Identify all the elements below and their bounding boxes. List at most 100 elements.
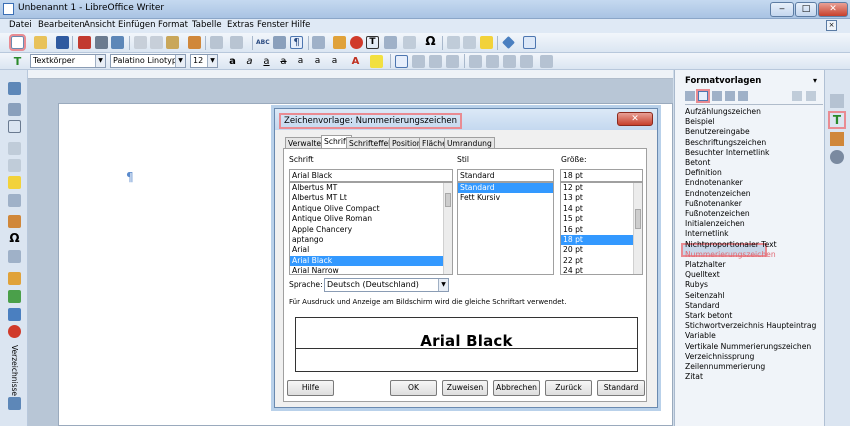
font-name-input[interactable]: Arial Black	[289, 169, 453, 182]
ok-button[interactable]: OK	[390, 380, 437, 396]
style-list-item[interactable]: Fußnotenanker	[685, 199, 742, 208]
formatting-marks-icon[interactable]: ¶	[290, 36, 303, 49]
font-size-select[interactable]: 12 ▼	[190, 54, 218, 68]
font-listbox[interactable]: Albertus MT Albertus MT Lt Antique Olive C…	[289, 182, 453, 275]
bookmark-icon[interactable]	[8, 215, 21, 228]
list-option[interactable]: 12 pt	[561, 183, 642, 193]
size-input[interactable]: 18 pt	[560, 169, 643, 182]
menu-datei[interactable]: Datei	[9, 20, 32, 30]
character-styles-icon[interactable]	[696, 89, 710, 103]
list-option[interactable]: Standard	[458, 183, 553, 194]
font-color-icon[interactable]: A	[349, 55, 362, 68]
menu-ansicht[interactable]: Ansicht	[84, 20, 115, 30]
align-center-icon[interactable]	[412, 55, 425, 68]
language-select[interactable]: Deutsch (Deutschland) ▼	[324, 278, 449, 292]
table-contents-icon[interactable]	[8, 397, 21, 410]
insert-field-icon[interactable]	[403, 36, 416, 49]
new-document-icon[interactable]	[9, 34, 26, 51]
navigator-deck-icon[interactable]	[830, 150, 844, 164]
frame-styles-icon[interactable]	[712, 91, 722, 101]
insert-footnote-icon[interactable]	[463, 36, 476, 49]
save-icon[interactable]	[56, 36, 69, 49]
size-listbox[interactable]: 12 pt 13 pt 14 pt 15 pt 16 pt 18 pt 20 pt 22 pt…	[560, 182, 643, 275]
list-option[interactable]: 14 pt	[561, 204, 642, 214]
reset-button[interactable]: Zurück	[545, 380, 592, 396]
style-list-item[interactable]: Betont	[685, 158, 710, 167]
menu-extras[interactable]: Extras	[227, 20, 254, 30]
undo-icon[interactable]	[210, 36, 223, 49]
cancel-button[interactable]: Abbrechen	[493, 380, 540, 396]
new-style-icon[interactable]	[792, 91, 802, 101]
style-list-item[interactable]: Aufzählungszeichen	[685, 107, 761, 116]
image-icon[interactable]	[8, 272, 21, 285]
style-list-item[interactable]: Verzeichnissprung	[685, 352, 754, 361]
special-character-icon[interactable]: Ω	[424, 35, 437, 48]
table-tools-icon[interactable]	[8, 103, 21, 116]
spellcheck-icon[interactable]: ABC	[256, 36, 270, 49]
menu-hilfe[interactable]: Hilfe	[291, 20, 310, 30]
page-styles-icon[interactable]	[725, 91, 735, 101]
style-list-item[interactable]: Fußnotenzeichen	[685, 209, 750, 218]
menu-bearbeiten[interactable]: Bearbeiten	[38, 20, 85, 30]
increase-indent-icon[interactable]	[520, 55, 533, 68]
bold-icon[interactable]: a	[226, 55, 239, 68]
list-option[interactable]: 16 pt	[561, 225, 642, 235]
header-icon[interactable]	[8, 194, 21, 207]
style-list-item[interactable]: Stark betont	[685, 311, 732, 320]
style-list-item[interactable]: Beispiel	[685, 117, 715, 126]
style-list-item[interactable]: Beschriftungszeichen	[685, 138, 766, 147]
list-option[interactable]: 13 pt	[561, 193, 642, 203]
style-list-item[interactable]: Internetlink	[685, 229, 729, 238]
underline-icon[interactable]: a	[260, 55, 273, 68]
copy-icon[interactable]	[150, 36, 163, 49]
style-list-item[interactable]: Definition	[685, 168, 722, 177]
insert-image-icon[interactable]	[333, 36, 346, 49]
frame-icon[interactable]	[8, 120, 21, 133]
list-option[interactable]: aptango	[290, 235, 452, 245]
list-option[interactable]: 15 pt	[561, 214, 642, 224]
menu-tabelle[interactable]: Tabelle	[192, 20, 222, 30]
list-option[interactable]: Albertus MT	[290, 183, 452, 193]
basic-shapes-icon[interactable]	[502, 36, 515, 49]
superscript-icon[interactable]: a	[294, 55, 307, 68]
highlight-icon[interactable]	[370, 55, 383, 68]
clone-formatting-icon[interactable]	[188, 36, 201, 49]
style-listbox[interactable]: Standard Fett Kursiv	[457, 182, 554, 275]
redo-icon[interactable]	[230, 36, 243, 49]
paragraph-styles-icon[interactable]	[685, 91, 695, 101]
style-list-item[interactable]: Besuchter Internetlink	[685, 148, 769, 157]
show-draw-functions-icon[interactable]	[523, 36, 536, 49]
navigator-label[interactable]: Verzeichnisse	[5, 345, 19, 405]
style-list-item[interactable]: Zitat	[685, 372, 703, 381]
style-list-item[interactable]: Nummerierungszeichen	[685, 250, 776, 259]
style-list-item[interactable]: Benutzereingabe	[685, 127, 750, 136]
list-option[interactable]: 24 pt	[561, 266, 642, 274]
subscript-icon[interactable]: a	[311, 55, 324, 68]
style-list-item[interactable]: Zeilennummerierung	[685, 362, 765, 371]
insert-hyperlink-icon[interactable]	[447, 36, 460, 49]
italic-icon[interactable]: a	[243, 55, 256, 68]
sidebar-menu-icon[interactable]: ▾	[813, 76, 817, 85]
cross-reference-icon[interactable]	[8, 250, 21, 263]
style-list-item[interactable]: Endnotenanker	[685, 178, 743, 187]
dialog-close-button[interactable]: ✕	[617, 112, 653, 126]
align-left-icon[interactable]	[395, 55, 408, 68]
list-option[interactable]: Apple Chancery	[290, 225, 452, 235]
help-button[interactable]: Hilfe	[287, 380, 334, 396]
bullets-icon[interactable]	[469, 55, 482, 68]
apply-button[interactable]: Zuweisen	[442, 380, 488, 396]
strikethrough-icon[interactable]: a	[277, 55, 290, 68]
fields-icon[interactable]	[8, 159, 21, 172]
style-list-item[interactable]: Standard	[685, 301, 720, 310]
line-spacing-icon[interactable]	[540, 55, 553, 68]
list-option[interactable]: Arial Narrow	[290, 266, 452, 274]
style-list-item[interactable]: Rubys	[685, 280, 708, 289]
properties-deck-icon[interactable]	[830, 94, 844, 108]
insert-textbox-icon[interactable]: T	[366, 36, 379, 49]
list-option[interactable]: Arial Black	[290, 255, 452, 267]
ole-object-icon[interactable]	[8, 325, 21, 338]
list-option[interactable]: 20 pt	[561, 245, 642, 255]
align-right-icon[interactable]	[429, 55, 442, 68]
styles-icon[interactable]: T	[11, 55, 24, 68]
style-list-item[interactable]: Variable	[685, 331, 716, 340]
